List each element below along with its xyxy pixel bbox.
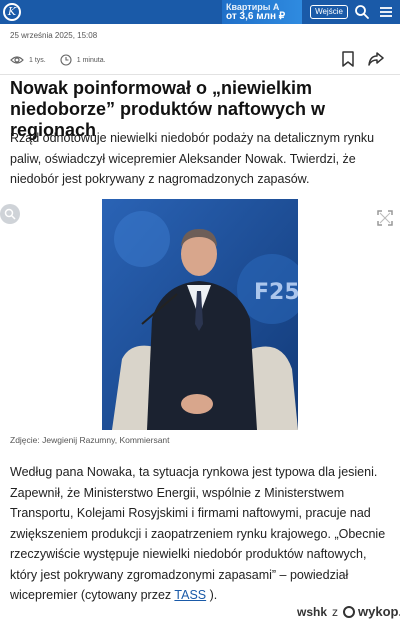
watermark-user: wshk — [297, 604, 328, 619]
zoom-button[interactable] — [0, 204, 20, 224]
photo-area: F25 — [0, 199, 400, 431]
meta-divider — [0, 74, 400, 75]
login-button[interactable]: Wejście — [310, 5, 348, 19]
views-counter: 1 tys. — [10, 55, 46, 65]
search-icon[interactable] — [354, 4, 370, 20]
kommersant-logo-icon: K — [3, 3, 21, 21]
article-body: Według pana Nowaka, ta sytuacja rynkowa … — [10, 462, 395, 606]
speaker-photo: F25 — [102, 199, 298, 430]
body-text-1: Według pana Nowaka, ta sytuacja rynkowa … — [10, 465, 386, 602]
views-count: 1 tys. — [29, 56, 46, 64]
share-icon[interactable] — [367, 51, 385, 67]
eye-icon — [10, 56, 24, 64]
site-logo[interactable]: K — [0, 0, 24, 24]
magnifier-icon — [4, 208, 16, 220]
ad-line-1: Квартиры А — [226, 2, 280, 12]
clock-icon — [60, 54, 72, 66]
read-time-value: 1 minuta. — [76, 56, 106, 64]
backdrop-text: F25 — [254, 280, 298, 305]
article-lead: Rząd odnotowuje niewielki niedobór podaż… — [10, 131, 375, 186]
ad-banner[interactable]: Квартиры А от 3,6 млн ₽ — [222, 0, 302, 24]
photo-caption: Zdjęcie: Jewgienij Razumny, Kommiersant — [10, 435, 170, 445]
expand-icon[interactable] — [377, 210, 393, 226]
wykop-watermark: wshk z wykop.pl — [297, 604, 400, 619]
watermark-sep: z — [332, 604, 339, 619]
body-text-2: ). — [206, 588, 218, 602]
article-photo[interactable]: F25 — [102, 199, 298, 430]
bookmark-icon[interactable] — [341, 51, 355, 67]
watermark-brand: wykop.pl — [358, 604, 400, 619]
article-date: 25 września 2025, 15:08 — [10, 31, 98, 40]
article-meta: 1 tys. 1 minuta. — [10, 52, 390, 68]
ad-line-2: от 3,6 млн ₽ — [226, 11, 286, 22]
tass-link[interactable]: TASS — [174, 588, 206, 602]
menu-icon[interactable] — [378, 4, 394, 20]
wykop-logo-icon — [343, 605, 356, 618]
read-time: 1 minuta. — [60, 54, 106, 66]
